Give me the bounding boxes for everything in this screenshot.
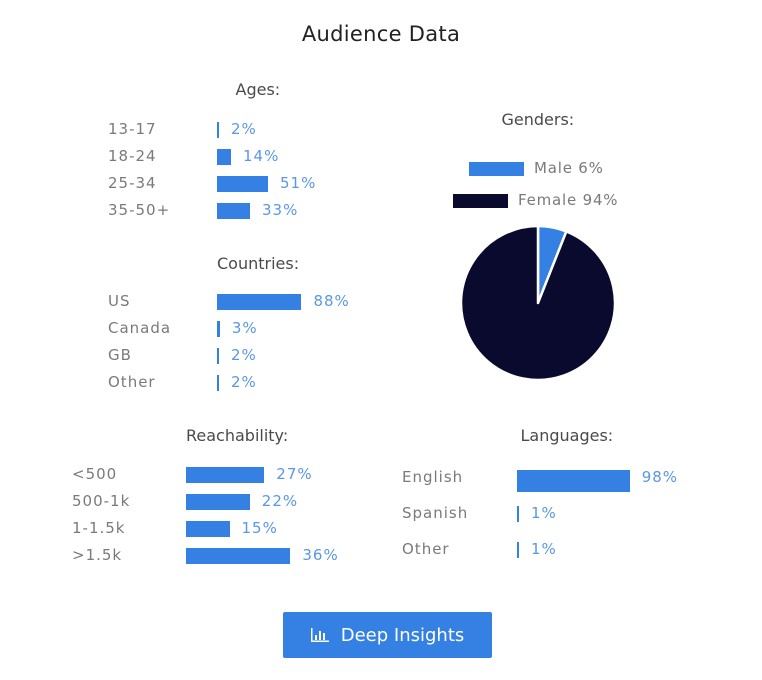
gender-pie-chart — [459, 224, 617, 382]
ages-bar — [217, 203, 250, 219]
reachability-row-label: >1.5k — [72, 546, 123, 564]
countries-row-label: US — [108, 292, 131, 310]
legend-label-male: Male 6% — [534, 159, 604, 177]
countries-bar — [217, 375, 219, 391]
deep-insights-label: Deep Insights — [340, 624, 465, 646]
countries-value: 3% — [231, 319, 258, 337]
languages-title: Languages: — [520, 426, 614, 445]
legend-label-female: Female 94% — [518, 191, 619, 209]
page-title: Audience Data — [301, 22, 461, 46]
reachability-bar — [186, 494, 250, 510]
bar-chart-icon — [310, 628, 329, 642]
countries-value: 2% — [231, 346, 257, 364]
languages-row-label: Spanish — [402, 504, 469, 522]
countries-bar — [217, 294, 302, 310]
ages-value: 51% — [280, 174, 317, 192]
ages-row-label: 35-50+ — [108, 201, 171, 219]
reachability-bar — [186, 548, 291, 564]
ages-bar — [217, 149, 231, 165]
reachability-row-label: 1-1.5k — [72, 519, 126, 537]
reachability-bar — [186, 467, 265, 483]
countries-bar — [217, 321, 220, 337]
reachability-row-label: 500-1k — [72, 492, 131, 510]
languages-row-label: English — [402, 468, 464, 486]
reachability-title: Reachability: — [186, 426, 289, 445]
pie-slice-female — [459, 224, 617, 382]
countries-value: 2% — [231, 373, 257, 391]
ages-row-label: 13-17 — [108, 120, 157, 138]
ages-bar — [217, 176, 268, 192]
pie-slice-male — [536, 224, 568, 305]
reachability-value: 22% — [261, 492, 299, 510]
reachability-value: 27% — [276, 465, 313, 483]
reachability-value: 15% — [241, 519, 278, 537]
legend-swatch-female — [453, 194, 508, 208]
languages-row-label: Other — [402, 540, 450, 558]
reachability-row-label: <500 — [72, 465, 118, 483]
countries-row-label: Other — [108, 373, 156, 391]
languages-bar — [517, 470, 630, 492]
ages-row-label: 25-34 — [108, 174, 157, 192]
ages-bar — [217, 122, 219, 138]
ages-row-label: 18-24 — [108, 147, 157, 165]
ages-title: Ages: — [235, 80, 281, 99]
countries-value: 88% — [313, 292, 350, 310]
countries-row-label: Canada — [108, 319, 172, 337]
legend-swatch-male — [469, 162, 524, 176]
languages-bar — [517, 542, 519, 558]
reachability-bar — [186, 521, 230, 537]
countries-row-label: GB — [108, 346, 132, 364]
languages-value: 98% — [641, 468, 679, 486]
genders-title: Genders: — [501, 110, 575, 129]
languages-value: 1% — [531, 540, 557, 558]
languages-bar — [517, 506, 519, 522]
reachability-value: 36% — [302, 546, 339, 564]
ages-value: 14% — [243, 147, 280, 165]
deep-insights-button[interactable]: Deep Insights — [283, 612, 492, 658]
countries-title: Countries: — [217, 254, 300, 273]
ages-value: 33% — [262, 201, 299, 219]
ages-value: 2% — [231, 120, 257, 138]
countries-bar — [217, 348, 219, 364]
languages-value: 1% — [531, 504, 557, 522]
